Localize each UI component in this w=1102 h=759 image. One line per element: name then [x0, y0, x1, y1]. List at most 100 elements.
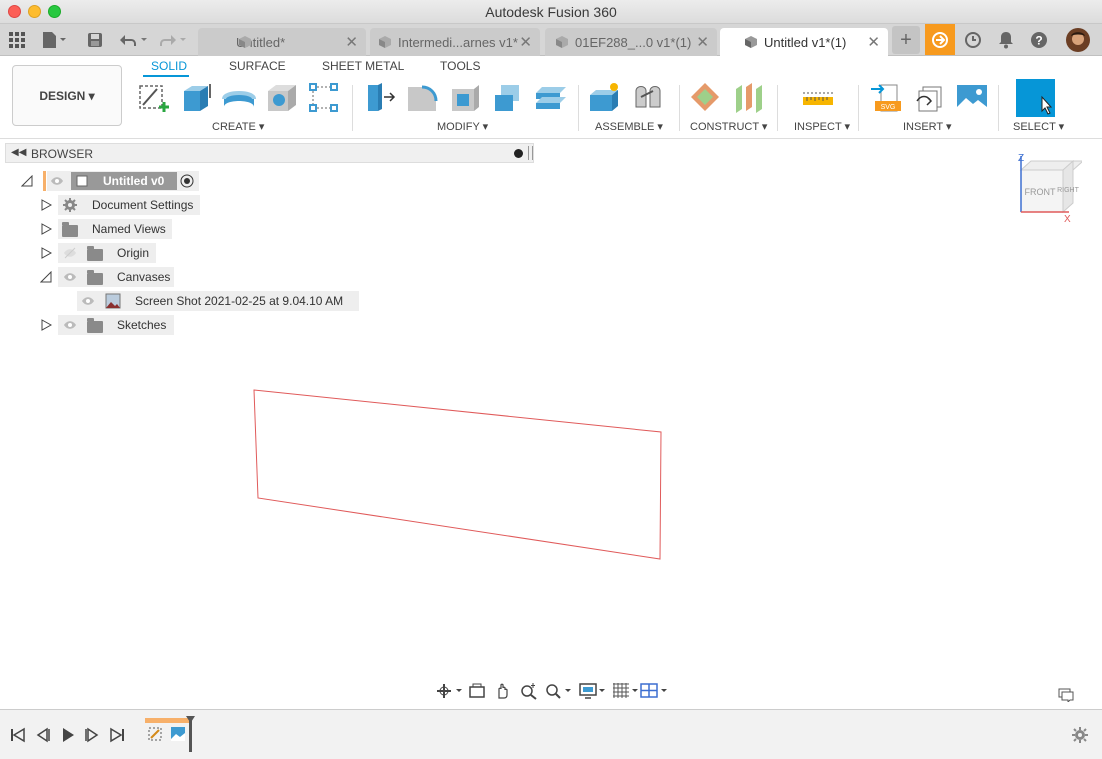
- combine-icon[interactable]: [491, 81, 525, 115]
- pan-icon[interactable]: [494, 682, 512, 700]
- collapsed-arrow-icon[interactable]: [40, 319, 52, 331]
- timeline-sketch-icon[interactable]: [147, 726, 163, 742]
- tab-tools[interactable]: TOOLS: [440, 59, 480, 73]
- insert-svg-icon[interactable]: SVG: [869, 81, 903, 115]
- tab-surface[interactable]: SURFACE: [229, 59, 286, 73]
- document-tab[interactable]: 01EF288_...0 v1*(1) ✕: [545, 28, 717, 56]
- modify-menu[interactable]: MODIFY ▾: [437, 120, 488, 133]
- tree-item-canvases[interactable]: Canvases: [117, 267, 170, 287]
- new-component-icon[interactable]: [588, 81, 622, 115]
- attached-canvas-icon[interactable]: [955, 81, 989, 115]
- document-tab-active[interactable]: Untitled v1*(1) ✕: [720, 28, 888, 56]
- view-cube[interactable]: FRONT RIGHT Z X: [1012, 150, 1082, 226]
- gear-icon[interactable]: [1071, 726, 1089, 744]
- close-icon[interactable]: ✕: [696, 33, 709, 51]
- close-icon[interactable]: ✕: [867, 33, 880, 51]
- zoom-window-icon[interactable]: [545, 682, 573, 700]
- bell-icon[interactable]: [992, 26, 1020, 54]
- assemble-menu[interactable]: ASSEMBLE ▾: [595, 120, 663, 133]
- document-tab[interactable]: Untitled* ✕: [198, 28, 366, 56]
- pattern-icon[interactable]: [307, 81, 341, 115]
- joint-icon[interactable]: [632, 81, 666, 115]
- orbit-icon[interactable]: [436, 683, 464, 699]
- create-sketch-icon[interactable]: [137, 81, 171, 115]
- tree-item-canvas-image[interactable]: Screen Shot 2021-02-25 at 9.04.10 AM: [135, 291, 343, 311]
- activate-radio-icon[interactable]: [180, 174, 194, 188]
- midplane-icon[interactable]: [732, 81, 766, 115]
- avatar[interactable]: [1064, 26, 1092, 54]
- pin-handle-icon[interactable]: [528, 146, 533, 160]
- step-back-icon[interactable]: [35, 727, 51, 743]
- grid-icon[interactable]: [9, 30, 25, 50]
- job-status-icon[interactable]: [925, 24, 955, 55]
- insert-menu[interactable]: INSERT ▾: [903, 120, 952, 133]
- collapse-browser-icon[interactable]: ◀◀: [11, 147, 26, 158]
- collapsed-arrow-icon[interactable]: [40, 247, 52, 259]
- eye-icon[interactable]: [50, 174, 64, 188]
- redo-icon[interactable]: [160, 30, 190, 50]
- expanded-arrow-icon[interactable]: [40, 271, 52, 283]
- timeline-canvas-icon[interactable]: [170, 726, 186, 742]
- canvas-image-icon: [105, 293, 121, 309]
- tree-item-named-views[interactable]: Named Views: [92, 219, 166, 239]
- root-component-label[interactable]: Untitled v0: [103, 171, 164, 191]
- collapsed-arrow-icon[interactable]: [40, 223, 52, 235]
- tab-sheet-metal[interactable]: SHEET METAL: [322, 59, 404, 73]
- save-icon[interactable]: [87, 30, 103, 50]
- axis-z: Z: [1018, 153, 1024, 164]
- go-to-end-icon[interactable]: [109, 727, 125, 743]
- display-settings-icon[interactable]: [579, 682, 607, 700]
- zoom-icon[interactable]: [520, 682, 538, 700]
- go-to-start-icon[interactable]: [10, 727, 26, 743]
- eye-icon[interactable]: [63, 318, 77, 332]
- tree-item-document-settings[interactable]: Document Settings: [92, 195, 193, 215]
- browser-title: BROWSER: [31, 147, 94, 161]
- timeline-playhead[interactable]: [189, 720, 192, 752]
- help-icon[interactable]: ?: [1025, 26, 1053, 54]
- add-tab-icon[interactable]: +: [892, 26, 920, 54]
- shell-icon[interactable]: [448, 81, 482, 115]
- viewcube-right: RIGHT: [1057, 187, 1080, 194]
- divider: [679, 85, 680, 131]
- grid-snaps-icon[interactable]: [612, 682, 640, 700]
- tree-item-origin[interactable]: Origin: [117, 243, 149, 263]
- viewports-icon[interactable]: [640, 682, 670, 700]
- fillet-icon[interactable]: [405, 81, 439, 115]
- folder-icon: [87, 246, 103, 261]
- measure-icon[interactable]: [801, 81, 835, 115]
- undo-icon[interactable]: [119, 30, 149, 50]
- offset-face-icon[interactable]: [534, 81, 568, 115]
- select-tool-button[interactable]: [1016, 79, 1055, 117]
- offset-plane-icon[interactable]: [689, 81, 723, 115]
- workspace-switcher[interactable]: DESIGN ▾: [12, 65, 122, 126]
- play-icon[interactable]: [60, 727, 76, 743]
- comments-icon[interactable]: [1058, 688, 1074, 702]
- minus-circle-icon[interactable]: [514, 149, 523, 158]
- look-at-icon[interactable]: [468, 683, 486, 699]
- insert-mesh-icon[interactable]: [913, 81, 947, 115]
- cursor-icon: [1041, 95, 1053, 115]
- revolve-icon[interactable]: [222, 81, 256, 115]
- document-tab[interactable]: Intermedi...arnes v1* ✕: [370, 28, 540, 56]
- timeline-feature-marker: [145, 718, 189, 723]
- collapsed-arrow-icon[interactable]: [40, 199, 52, 211]
- construct-menu[interactable]: CONSTRUCT ▾: [690, 120, 767, 133]
- select-menu[interactable]: SELECT ▾: [1013, 120, 1064, 133]
- close-icon[interactable]: ✕: [345, 33, 358, 51]
- eye-icon[interactable]: [81, 294, 95, 308]
- expanded-arrow-icon[interactable]: [21, 175, 33, 187]
- close-icon[interactable]: ✕: [519, 33, 532, 51]
- hidden-eye-icon[interactable]: [63, 246, 77, 260]
- hole-icon[interactable]: [265, 81, 299, 115]
- inspect-menu[interactable]: INSPECT ▾: [794, 120, 850, 133]
- clock-icon[interactable]: [959, 26, 987, 54]
- file-icon[interactable]: [42, 30, 68, 50]
- create-menu[interactable]: CREATE ▾: [212, 120, 264, 133]
- extrude-icon[interactable]: [180, 81, 214, 115]
- divider: [578, 85, 579, 131]
- press-pull-icon[interactable]: [362, 81, 396, 115]
- step-forward-icon[interactable]: [84, 727, 100, 743]
- eye-icon[interactable]: [63, 270, 77, 284]
- tab-solid[interactable]: SOLID: [151, 59, 187, 73]
- tree-item-sketches[interactable]: Sketches: [117, 315, 166, 335]
